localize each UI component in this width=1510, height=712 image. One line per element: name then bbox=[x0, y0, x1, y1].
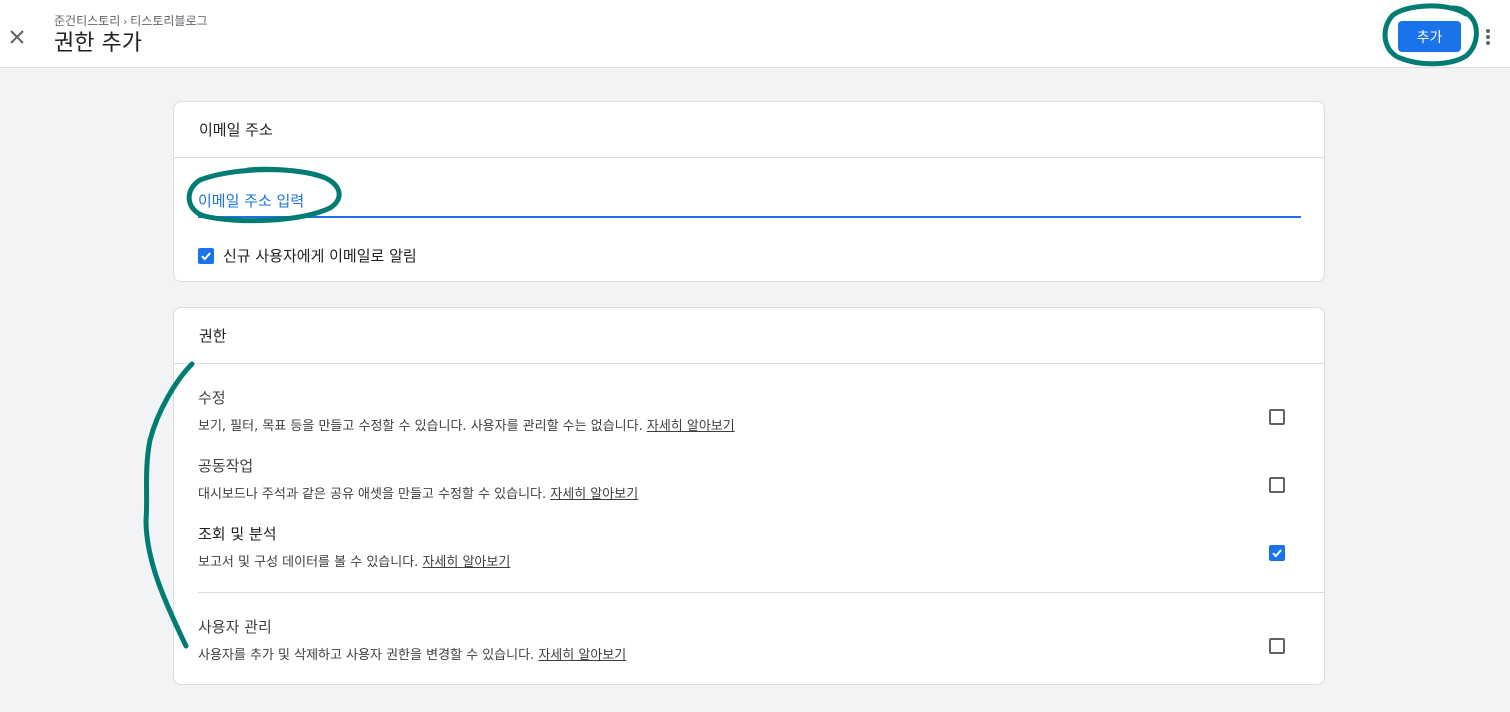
close-button[interactable] bbox=[4, 24, 30, 50]
learn-more-link[interactable]: 자세히 알아보기 bbox=[647, 419, 735, 434]
learn-more-link[interactable]: 자세히 알아보기 bbox=[550, 487, 638, 502]
learn-more-link[interactable]: 자세히 알아보기 bbox=[422, 555, 510, 570]
email-input[interactable] bbox=[198, 190, 1301, 218]
permission-description: 대시보드나 주석과 같은 공유 애셋을 만들고 수정할 수 있습니다. 자세히 … bbox=[198, 486, 1302, 504]
breadcrumb-property[interactable]: 티스토리블로그 bbox=[130, 14, 207, 28]
permission-collaborate: 공동작업 대시보드나 주석과 같은 공유 애셋을 만들고 수정할 수 있습니다.… bbox=[198, 456, 1302, 504]
permission-description-text: 대시보드나 주석과 같은 공유 애셋을 만들고 수정할 수 있습니다. bbox=[198, 487, 547, 502]
permission-description-text: 보고서 및 구성 데이터를 볼 수 있습니다. bbox=[198, 555, 419, 570]
permission-title: 수정 bbox=[198, 389, 226, 407]
email-card-heading: 이메일 주소 bbox=[174, 102, 1324, 158]
permission-title: 공동작업 bbox=[198, 457, 254, 475]
permission-checkbox-edit[interactable] bbox=[1269, 409, 1285, 425]
permission-description: 보기, 필터, 목표 등을 만들고 수정할 수 있습니다. 사용자를 관리할 수… bbox=[198, 418, 1302, 436]
more-vert-icon bbox=[1486, 29, 1490, 45]
permission-manage-users: 사용자 관리 사용자를 추가 및 삭제하고 사용자 권한을 변경할 수 있습니다… bbox=[198, 617, 1302, 665]
breadcrumb: 준건티스토리 › 티스토리블로그 bbox=[54, 13, 208, 31]
permission-checkbox-read-analyze[interactable] bbox=[1269, 545, 1285, 561]
permission-title: 사용자 관리 bbox=[198, 618, 272, 636]
page-title: 권한 추가 bbox=[54, 31, 142, 56]
email-card: 이메일 주소 신규 사용자에게 이메일로 알림 bbox=[173, 101, 1325, 282]
permission-description: 보고서 및 구성 데이터를 볼 수 있습니다. 자세히 알아보기 bbox=[198, 554, 1302, 572]
permission-checkbox-manage-users[interactable] bbox=[1269, 638, 1285, 654]
close-icon bbox=[10, 30, 24, 44]
permission-description: 사용자를 추가 및 삭제하고 사용자 권한을 변경할 수 있습니다. 자세히 알… bbox=[198, 647, 1302, 665]
permission-edit: 수정 보기, 필터, 목표 등을 만들고 수정할 수 있습니다. 사용자를 관리… bbox=[198, 388, 1302, 436]
permission-description-text: 보기, 필터, 목표 등을 만들고 수정할 수 있습니다. 사용자를 관리할 수… bbox=[198, 419, 643, 434]
notify-row: 신규 사용자에게 이메일로 알림 bbox=[198, 245, 417, 266]
notify-label: 신규 사용자에게 이메일로 알림 bbox=[223, 247, 417, 265]
top-app-bar: 준건티스토리 › 티스토리블로그 권한 추가 추가 bbox=[0, 0, 1510, 68]
check-icon bbox=[1272, 549, 1282, 558]
check-icon bbox=[201, 251, 211, 260]
chevron-right-icon: › bbox=[123, 17, 128, 28]
divider bbox=[198, 592, 1325, 593]
notify-checkbox[interactable] bbox=[198, 247, 214, 264]
more-options-button[interactable] bbox=[1478, 24, 1498, 50]
permission-read-analyze: 조회 및 분석 보고서 및 구성 데이터를 볼 수 있습니다. 자세히 알아보기 bbox=[198, 524, 1302, 572]
learn-more-link[interactable]: 자세히 알아보기 bbox=[538, 648, 626, 663]
add-button[interactable]: 추가 bbox=[1398, 21, 1461, 52]
breadcrumb-account[interactable]: 준건티스토리 bbox=[54, 14, 120, 28]
permission-description-text: 사용자를 추가 및 삭제하고 사용자 권한을 변경할 수 있습니다. bbox=[198, 648, 535, 663]
permissions-card-heading: 권한 bbox=[174, 308, 1324, 364]
permission-checkbox-collaborate[interactable] bbox=[1269, 477, 1285, 493]
permission-title: 조회 및 분석 bbox=[198, 525, 277, 543]
permissions-card: 권한 수정 보기, 필터, 목표 등을 만들고 수정할 수 있습니다. 사용자를… bbox=[173, 307, 1325, 685]
